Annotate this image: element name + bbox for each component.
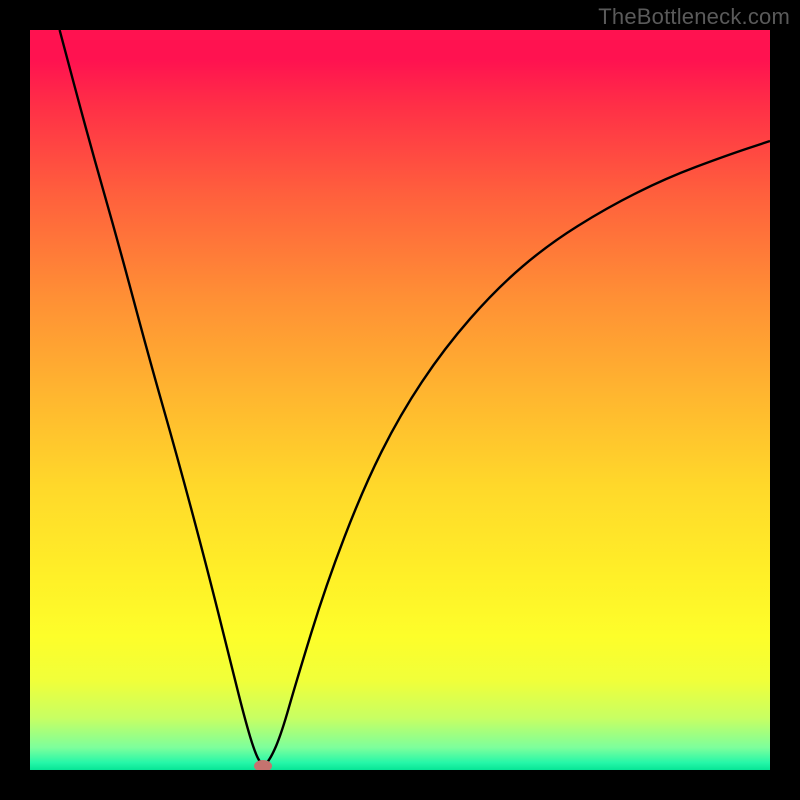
plot-area [30,30,770,770]
optimum-marker [254,760,272,770]
bottleneck-curve [30,30,770,770]
chart-frame: TheBottleneck.com [0,0,800,800]
watermark-text: TheBottleneck.com [598,4,790,30]
